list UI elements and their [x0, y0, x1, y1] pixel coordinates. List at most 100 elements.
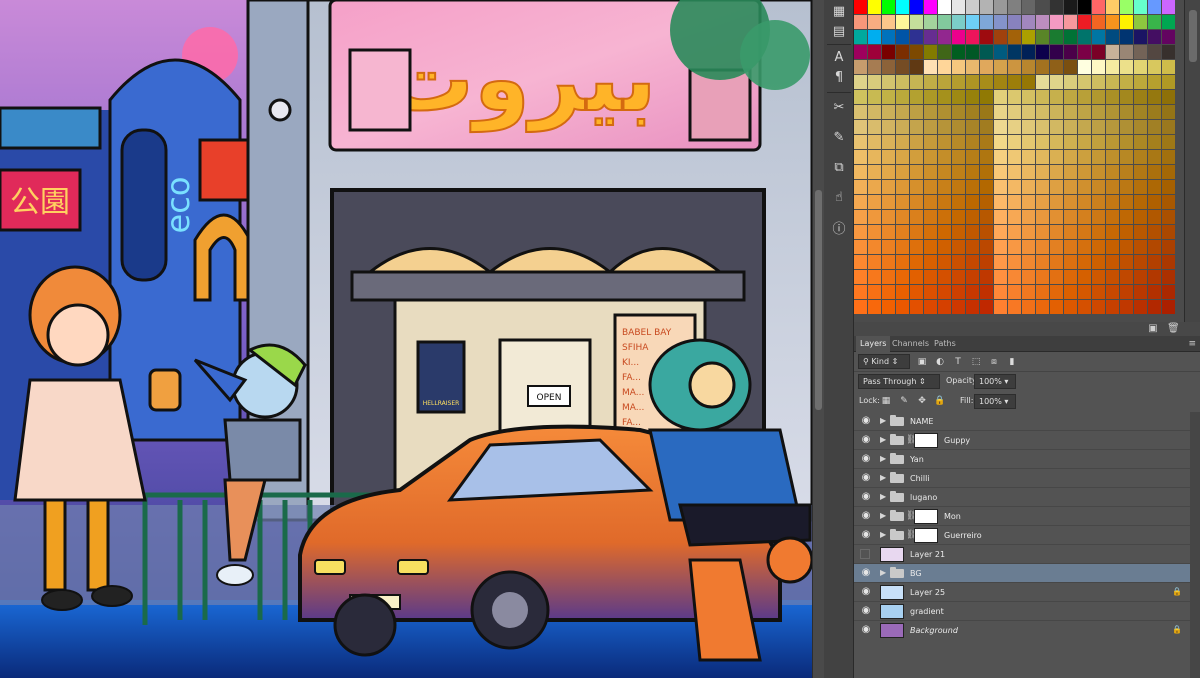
swatch[interactable]	[854, 15, 867, 29]
swatch[interactable]	[882, 180, 895, 194]
swatch[interactable]	[938, 90, 951, 104]
swatch[interactable]	[910, 60, 923, 74]
swatch[interactable]	[924, 240, 937, 254]
swatch[interactable]	[1008, 210, 1021, 224]
swatch[interactable]	[1092, 0, 1105, 14]
swatch[interactable]	[938, 225, 951, 239]
swatch[interactable]	[1050, 165, 1063, 179]
layer-mask-thumbnail[interactable]	[914, 509, 938, 524]
swatch[interactable]	[1148, 300, 1161, 314]
swatch[interactable]	[1120, 225, 1133, 239]
lock-all-icon[interactable]: 🔒	[934, 395, 946, 407]
layer-name[interactable]: Layer 25	[910, 585, 945, 600]
swatch[interactable]	[1148, 165, 1161, 179]
swatch[interactable]	[980, 90, 993, 104]
layer-row[interactable]: ◉ ▶ lugano	[854, 488, 1190, 507]
swatch[interactable]	[1078, 210, 1091, 224]
swatch[interactable]	[868, 285, 881, 299]
swatch[interactable]	[868, 165, 881, 179]
swatch[interactable]	[1036, 135, 1049, 149]
swatch[interactable]	[1106, 105, 1119, 119]
swatch[interactable]	[1120, 210, 1133, 224]
swatch[interactable]	[868, 75, 881, 89]
layer-name[interactable]: NAME	[910, 414, 933, 429]
swatch[interactable]	[1148, 270, 1161, 284]
swatch[interactable]	[1162, 0, 1175, 14]
swatch[interactable]	[1162, 30, 1175, 44]
swatch[interactable]	[854, 255, 867, 269]
swatch[interactable]	[1092, 270, 1105, 284]
swatch[interactable]	[994, 165, 1007, 179]
swatch[interactable]	[1078, 0, 1091, 14]
swatch[interactable]	[966, 180, 979, 194]
swatch[interactable]	[910, 105, 923, 119]
swatch[interactable]	[924, 135, 937, 149]
swatch[interactable]	[1008, 135, 1021, 149]
layer-thumbnail[interactable]	[880, 547, 904, 562]
swatch[interactable]	[1120, 300, 1133, 314]
swatch[interactable]	[868, 105, 881, 119]
group-expand-arrow-icon[interactable]: ▶	[880, 434, 888, 446]
swatch[interactable]	[854, 285, 867, 299]
swatch[interactable]	[1064, 90, 1077, 104]
swatch[interactable]	[1134, 210, 1147, 224]
swatch[interactable]	[1162, 15, 1175, 29]
swatch[interactable]	[1162, 60, 1175, 74]
swatch[interactable]	[1022, 225, 1035, 239]
swatch[interactable]	[1134, 285, 1147, 299]
swatch[interactable]	[1092, 150, 1105, 164]
layer-name[interactable]: gradient	[910, 604, 944, 619]
visibility-eye-icon[interactable]: ◉	[860, 510, 872, 522]
swatch[interactable]	[938, 150, 951, 164]
swatch[interactable]	[910, 120, 923, 134]
swatch[interactable]	[1162, 165, 1175, 179]
swatch[interactable]	[1092, 255, 1105, 269]
swatch[interactable]	[952, 60, 965, 74]
swatch[interactable]	[994, 150, 1007, 164]
swatch[interactable]	[938, 270, 951, 284]
swatch[interactable]	[1134, 255, 1147, 269]
swatch[interactable]	[882, 225, 895, 239]
swatch[interactable]	[910, 240, 923, 254]
visibility-eye-icon[interactable]: ◉	[860, 624, 872, 636]
swatch[interactable]	[1078, 60, 1091, 74]
swatch[interactable]	[868, 45, 881, 59]
swatch[interactable]	[1050, 270, 1063, 284]
swatch[interactable]	[980, 120, 993, 134]
swatch[interactable]	[896, 225, 909, 239]
swatch[interactable]	[980, 225, 993, 239]
layer-name[interactable]: Guerreiro	[944, 528, 982, 543]
swatch[interactable]	[1008, 195, 1021, 209]
swatch[interactable]	[868, 240, 881, 254]
layer-row[interactable]: Layer 21	[854, 545, 1190, 564]
swatch[interactable]	[994, 210, 1007, 224]
swatch[interactable]	[994, 15, 1007, 29]
delete-swatch-icon[interactable]: 🗑	[1167, 323, 1180, 335]
swatch[interactable]	[924, 255, 937, 269]
swatch[interactable]	[1008, 30, 1021, 44]
swatch[interactable]	[980, 270, 993, 284]
canvas-vertical-scrollbar[interactable]	[812, 0, 824, 678]
swatch[interactable]	[1008, 225, 1021, 239]
swatch[interactable]	[952, 255, 965, 269]
swatch[interactable]	[1092, 75, 1105, 89]
swatch[interactable]	[1106, 45, 1119, 59]
layer-row[interactable]: ◉ ▶ NAME	[854, 412, 1190, 431]
swatch[interactable]	[910, 285, 923, 299]
swatch[interactable]	[1022, 135, 1035, 149]
swatch[interactable]	[1148, 180, 1161, 194]
swatch[interactable]	[1106, 240, 1119, 254]
swatch[interactable]	[1008, 300, 1021, 314]
swatch[interactable]	[952, 300, 965, 314]
swatch[interactable]	[1120, 240, 1133, 254]
swatch[interactable]	[882, 30, 895, 44]
swatch[interactable]	[1134, 30, 1147, 44]
swatch[interactable]	[1092, 30, 1105, 44]
swatch[interactable]	[854, 30, 867, 44]
swatch[interactable]	[1036, 195, 1049, 209]
swatch[interactable]	[952, 180, 965, 194]
swatch[interactable]	[1064, 150, 1077, 164]
swatch[interactable]	[1162, 90, 1175, 104]
swatch[interactable]	[980, 240, 993, 254]
swatch[interactable]	[966, 240, 979, 254]
